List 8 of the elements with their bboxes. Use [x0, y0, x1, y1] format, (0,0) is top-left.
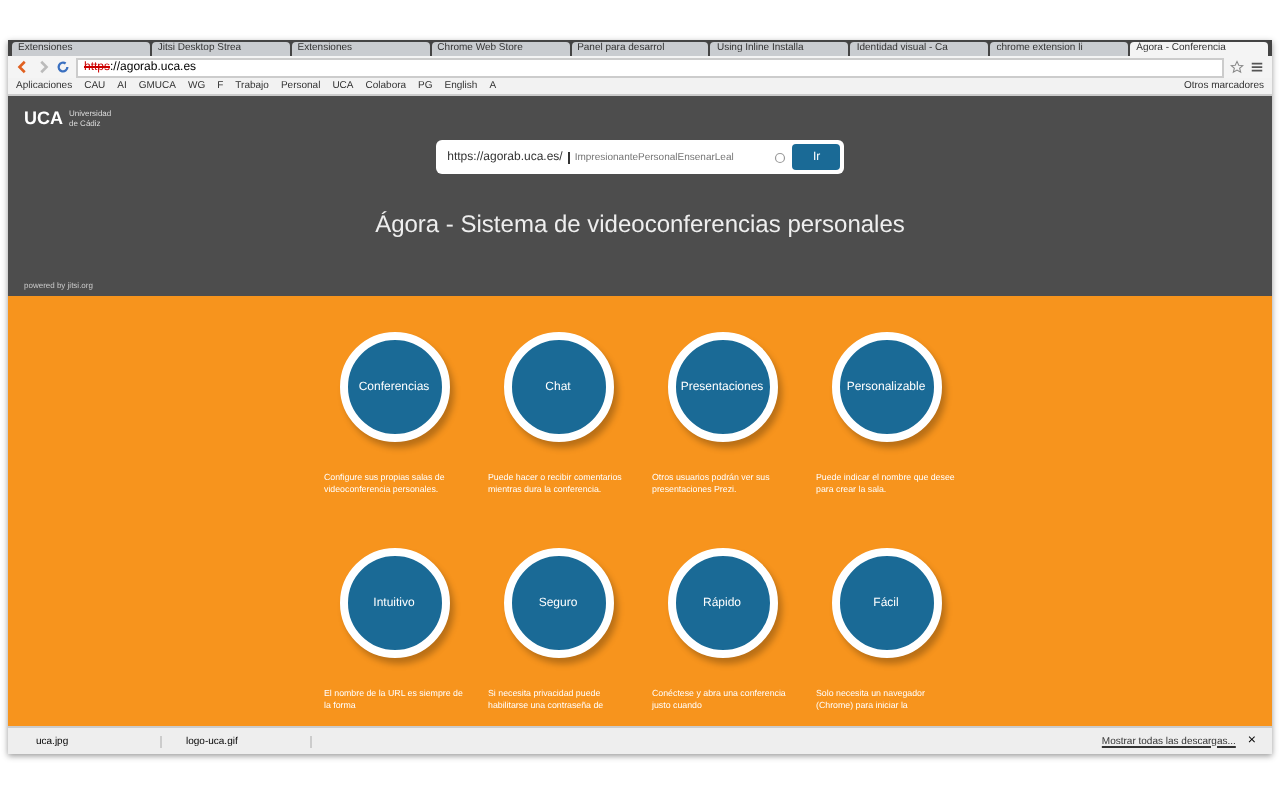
- loading-icon: [774, 151, 787, 163]
- star-icon[interactable]: [1230, 60, 1244, 74]
- page-title: Ágora - Sistema de videoconferencias personales: [373, 210, 907, 238]
- reload-icon[interactable]: [56, 60, 70, 74]
- menu-icon[interactable]: [1250, 60, 1264, 74]
- back-icon[interactable]: [16, 60, 30, 74]
- forward-icon[interactable]: [36, 60, 50, 74]
- logo: UCA: [24, 108, 63, 128]
